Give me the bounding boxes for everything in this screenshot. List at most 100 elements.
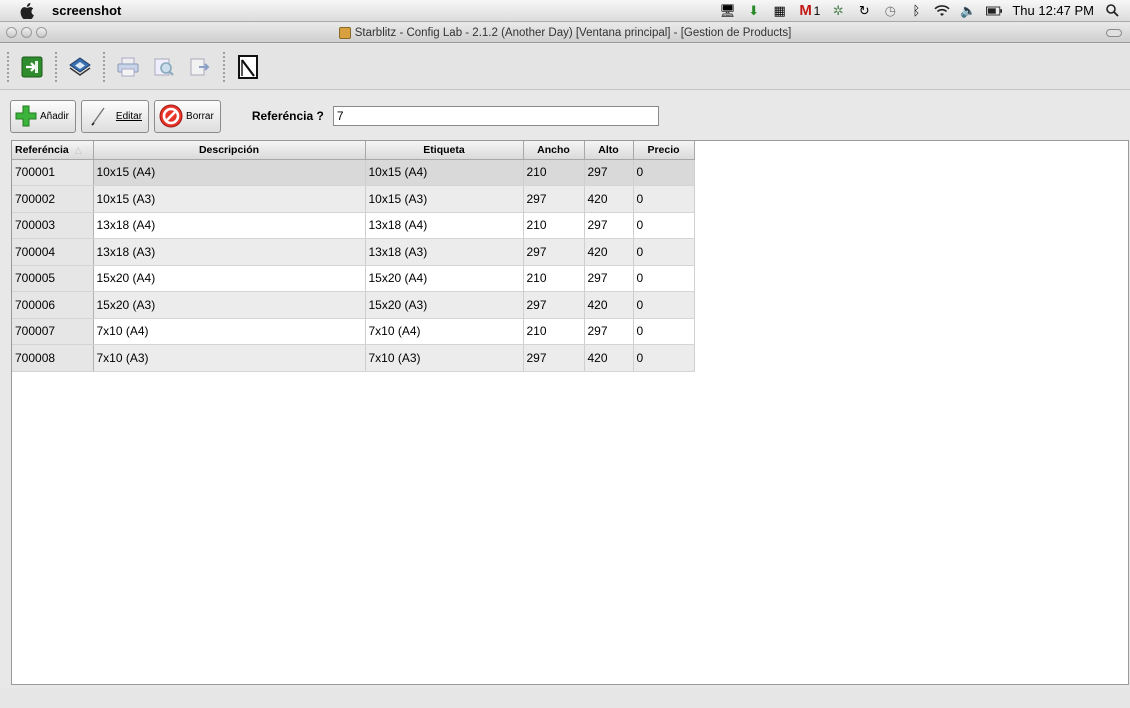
table-row[interactable]: 700002 10x15 (A3) 10x15 (A3) 297 420 0 xyxy=(12,185,695,213)
cell-width[interactable]: 297 xyxy=(523,291,585,319)
edit-button[interactable]: Editar xyxy=(80,99,150,133)
cell-price[interactable]: 0 xyxy=(633,318,695,345)
cell-width[interactable]: 297 xyxy=(523,238,585,266)
no-entry-icon xyxy=(159,104,183,128)
cell-reference[interactable]: 700005 xyxy=(12,265,94,292)
add-button-label: Añadir xyxy=(40,110,69,122)
cell-price[interactable]: 0 xyxy=(633,212,695,239)
cell-label[interactable]: 7x10 (A4) xyxy=(365,318,524,345)
cell-height[interactable]: 297 xyxy=(584,212,634,239)
cell-label[interactable]: 7x10 (A3) xyxy=(365,344,524,372)
clock[interactable]: Thu 12:47 PM xyxy=(1012,3,1094,18)
cell-price[interactable]: 0 xyxy=(633,159,695,186)
volume-icon[interactable]: 🔈 xyxy=(960,3,976,18)
cell-price[interactable]: 0 xyxy=(633,344,695,372)
wifi-icon[interactable] xyxy=(934,4,950,18)
gmail-icon[interactable]: M xyxy=(798,2,814,19)
main-toolbar xyxy=(0,44,1130,90)
cell-reference[interactable]: 700004 xyxy=(12,238,94,266)
notepad-icon[interactable] xyxy=(234,53,262,81)
cell-price[interactable]: 0 xyxy=(633,265,695,292)
column-header-height[interactable]: Alto xyxy=(584,141,634,160)
cell-width[interactable]: 297 xyxy=(523,185,585,213)
cell-width[interactable]: 210 xyxy=(523,212,585,239)
toolbar-grip[interactable] xyxy=(6,50,10,83)
menu-bar: screenshot 🖥 ⬇ ▦ M 1 ✲ ↻ ◷ ᛒ 🔈 Thu 12:47… xyxy=(0,0,1130,22)
app-name[interactable]: screenshot xyxy=(52,3,121,18)
table-row[interactable]: 700008 7x10 (A3) 7x10 (A3) 297 420 0 xyxy=(12,344,695,372)
cell-label[interactable]: 10x15 (A3) xyxy=(365,185,524,213)
reference-search-input[interactable]: 7 xyxy=(332,106,659,126)
column-header-reference[interactable]: Referéncia △ xyxy=(12,141,94,160)
cell-reference[interactable]: 700007 xyxy=(12,318,94,345)
battery-icon[interactable] xyxy=(986,4,1003,18)
window-controls xyxy=(6,27,47,38)
cell-reference[interactable]: 700003 xyxy=(12,212,94,239)
spotlight-search-icon[interactable] xyxy=(1104,4,1120,18)
table-row[interactable]: 700005 15x20 (A4) 15x20 (A4) 210 297 0 xyxy=(12,265,695,292)
cell-width[interactable]: 210 xyxy=(523,159,585,186)
sync-icon[interactable]: ↻ xyxy=(856,3,872,18)
time-machine-icon[interactable]: ◷ xyxy=(882,3,898,18)
column-header-price[interactable]: Precio xyxy=(633,141,695,160)
sync-status-icon[interactable]: ✲ xyxy=(830,3,846,18)
cell-description[interactable]: 10x15 (A4) xyxy=(93,159,366,186)
cell-reference[interactable]: 700002 xyxy=(12,185,94,213)
table-row[interactable]: 700004 13x18 (A3) 13x18 (A3) 297 420 0 xyxy=(12,238,695,266)
cell-reference[interactable]: 700006 xyxy=(12,291,94,319)
cell-width[interactable]: 210 xyxy=(523,265,585,292)
toolbar-grip[interactable] xyxy=(102,50,106,83)
table-row[interactable]: 700006 15x20 (A3) 15x20 (A3) 297 420 0 xyxy=(12,291,695,319)
cell-description[interactable]: 7x10 (A3) xyxy=(93,344,366,372)
zoom-window-button[interactable] xyxy=(36,27,47,38)
cell-description[interactable]: 13x18 (A4) xyxy=(93,212,366,239)
cell-width[interactable]: 210 xyxy=(523,318,585,345)
cell-width[interactable]: 297 xyxy=(523,344,585,372)
cell-description[interactable]: 15x20 (A3) xyxy=(93,291,366,319)
cell-label[interactable]: 15x20 (A3) xyxy=(365,291,524,319)
printer-icon[interactable] xyxy=(114,53,142,81)
cell-height[interactable]: 420 xyxy=(584,344,634,372)
display-icon[interactable]: 🖥 xyxy=(719,3,736,18)
cell-height[interactable]: 420 xyxy=(584,185,634,213)
cell-label[interactable]: 10x15 (A4) xyxy=(365,159,524,186)
toolbar-grip[interactable] xyxy=(54,50,58,83)
table-row[interactable]: 700007 7x10 (A4) 7x10 (A4) 210 297 0 xyxy=(12,318,695,345)
table-row[interactable]: 700003 13x18 (A4) 13x18 (A4) 210 297 0 xyxy=(12,212,695,239)
export-icon[interactable] xyxy=(186,53,214,81)
preview-icon[interactable] xyxy=(150,53,178,81)
minimize-window-button[interactable] xyxy=(21,27,32,38)
cell-price[interactable]: 0 xyxy=(633,238,695,266)
cell-description[interactable]: 10x15 (A3) xyxy=(93,185,366,213)
cell-height[interactable]: 420 xyxy=(584,238,634,266)
table-row[interactable]: 700001 10x15 (A4) 10x15 (A4) 210 297 0 xyxy=(12,159,695,186)
toolbar-toggle-button[interactable] xyxy=(1106,29,1122,37)
cell-label[interactable]: 13x18 (A3) xyxy=(365,238,524,266)
layers-icon[interactable] xyxy=(66,53,94,81)
bluetooth-icon[interactable]: ᛒ xyxy=(908,3,924,18)
cell-price[interactable]: 0 xyxy=(633,185,695,213)
cell-label[interactable]: 13x18 (A4) xyxy=(365,212,524,239)
exit-icon[interactable] xyxy=(18,53,46,81)
close-window-button[interactable] xyxy=(6,27,17,38)
cell-description[interactable]: 7x10 (A4) xyxy=(93,318,366,345)
cell-label[interactable]: 15x20 (A4) xyxy=(365,265,524,292)
download-icon[interactable]: ⬇ xyxy=(746,3,762,18)
delete-button[interactable]: Borrar xyxy=(154,99,221,133)
cell-height[interactable]: 297 xyxy=(584,159,634,186)
apple-icon[interactable] xyxy=(20,2,34,19)
cell-description[interactable]: 15x20 (A4) xyxy=(93,265,366,292)
cell-height[interactable]: 297 xyxy=(584,318,634,345)
cell-reference[interactable]: 700001 xyxy=(12,159,94,186)
toolbar-grip[interactable] xyxy=(222,50,226,83)
cell-reference[interactable]: 700008 xyxy=(12,344,94,372)
cell-price[interactable]: 0 xyxy=(633,291,695,319)
cell-description[interactable]: 13x18 (A3) xyxy=(93,238,366,266)
cell-height[interactable]: 297 xyxy=(584,265,634,292)
column-header-label[interactable]: Etiqueta xyxy=(365,141,524,160)
add-button[interactable]: Añadir xyxy=(10,99,76,133)
cell-height[interactable]: 420 xyxy=(584,291,634,319)
column-header-description[interactable]: Descripción xyxy=(93,141,366,160)
column-header-width[interactable]: Ancho xyxy=(523,141,585,160)
calendar-icon[interactable]: ▦ xyxy=(772,3,788,18)
